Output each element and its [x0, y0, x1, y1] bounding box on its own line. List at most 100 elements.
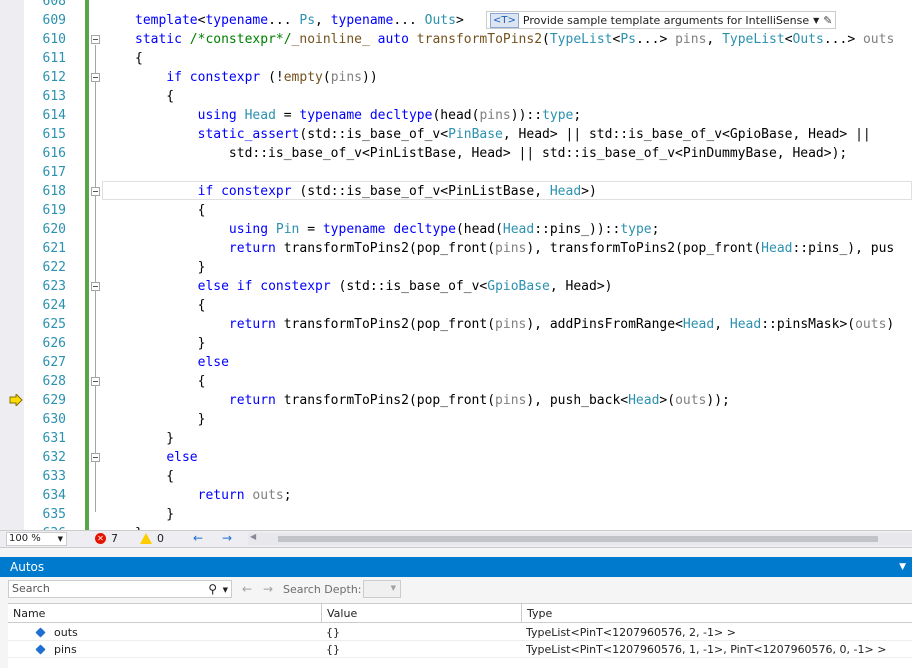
code-line[interactable]: static /*constexpr*/_noinline_ auto tran… [135, 30, 894, 49]
code-token: { [135, 51, 143, 66]
code-line[interactable]: } [135, 410, 206, 429]
code-token: TypeList [722, 32, 785, 47]
code-token: ; [573, 108, 582, 123]
code-line[interactable]: using Head = typename decltype(head(pins… [135, 106, 582, 125]
pencil-icon[interactable]: ✎ [823, 14, 832, 27]
scrollbar-thumb[interactable] [278, 536, 878, 542]
code-token: PinBase [448, 127, 503, 142]
navigate-forward-button[interactable]: → [222, 531, 232, 545]
code-line[interactable]: return outs; [135, 486, 292, 505]
fold-toggle-icon[interactable] [91, 282, 100, 291]
search-input[interactable]: Search ⚲ ▼ [8, 580, 232, 598]
code-token: , Head> || std::is_base_of_v<GpioBase, H… [502, 127, 871, 142]
code-line[interactable]: { [135, 372, 206, 391]
code-token: ... [393, 13, 425, 28]
code-area[interactable]: template < typename... Ps, typename... Out… [0, 0, 912, 530]
template-badge: <T> [490, 12, 519, 28]
code-token: = [275, 108, 300, 123]
error-count[interactable]: ✕ 7 [95, 532, 118, 545]
code-token: if [236, 279, 253, 294]
cell-type: TypeList<PinT<1207960576, 1, -1>, PinT<1… [526, 643, 887, 656]
dropdown-icon: ▼ [390, 584, 396, 592]
code-token: (std::is_base_of_v<PinListBase, [291, 184, 550, 199]
code-line[interactable]: return transformToPins2(pop_front(pins),… [135, 239, 894, 258]
code-line[interactable]: } [135, 429, 174, 448]
code-line[interactable]: template<typename... Ps, typename... Out… [135, 11, 464, 30]
code-token: decltype [369, 108, 433, 123]
code-token: ), push_back< [526, 393, 629, 408]
column-header-value[interactable]: Value [322, 604, 522, 623]
code-token: Head [549, 184, 582, 199]
dropdown-icon[interactable]: ▼ [899, 557, 906, 577]
zoom-select[interactable]: 100 % ▼ [6, 532, 67, 546]
search-depth-select[interactable]: ▼ [363, 580, 401, 598]
search-icon[interactable]: ⚲ [208, 581, 217, 597]
fold-toggle-icon[interactable] [91, 377, 100, 386]
code-line[interactable]: { [135, 49, 143, 68]
code-token: ...> [823, 32, 863, 47]
code-token: >) [581, 184, 597, 199]
table-row[interactable]: pins {} TypeList<PinT<1207960576, 1, -1>, … [8, 641, 912, 658]
code-line[interactable]: return transformToPins2(pop_front(pins),… [135, 315, 894, 334]
code-token: ::pins_), pus [792, 241, 895, 256]
code-line[interactable]: if constexpr (!empty(pins)) [135, 68, 377, 87]
code-line[interactable]: static_assert(std::is_base_of_v<PinBase,… [135, 125, 871, 144]
horizontal-scrollbar[interactable]: ◀ [248, 532, 912, 545]
search-forward-button[interactable]: → [263, 582, 273, 596]
scroll-left-icon[interactable]: ◀ [250, 532, 256, 541]
warning-count[interactable]: 0 [140, 532, 164, 545]
dropdown-icon[interactable]: ▼ [813, 16, 819, 25]
fold-toggle-icon[interactable] [91, 187, 100, 196]
code-line[interactable]: else [135, 448, 197, 467]
code-line[interactable]: } [135, 334, 206, 353]
code-line[interactable]: { [135, 467, 174, 486]
code-line[interactable]: if constexpr (std::is_base_of_v<PinListB… [135, 182, 597, 201]
code-token: (head( [455, 222, 503, 237]
code-token: else [197, 279, 229, 294]
code-token: using [197, 108, 237, 123]
code-token: ), transformToPins2(pop_front( [526, 241, 762, 256]
code-token: } [135, 507, 175, 522]
code-line[interactable]: std::is_base_of_v<PinListBase, Head> || … [135, 144, 847, 163]
navigate-back-button[interactable]: ← [193, 531, 203, 545]
fold-toggle-icon[interactable] [91, 73, 100, 82]
code-token: { [135, 89, 175, 104]
code-token: return [228, 241, 276, 256]
column-header-name[interactable]: Name [8, 604, 322, 623]
column-header-type[interactable]: Type [522, 604, 912, 623]
code-line[interactable]: } [135, 505, 174, 524]
code-line[interactable]: else [135, 353, 229, 372]
dropdown-icon[interactable]: ▼ [223, 582, 228, 598]
code-token: Ps [620, 32, 636, 47]
search-back-button[interactable]: ← [242, 582, 252, 596]
code-line[interactable]: { [135, 201, 206, 220]
code-line[interactable]: { [135, 296, 206, 315]
code-editor[interactable]: 608 609 610 611 612 613 614 615 616 617 618 619 620 6… [0, 0, 912, 530]
code-token: ; [651, 222, 660, 237]
fold-toggle-icon[interactable] [91, 453, 100, 462]
code-line[interactable]: using Pin = typename decltype(head(Head:… [135, 220, 660, 239]
code-line[interactable]: else if constexpr (std::is_base_of_v<Gpi… [135, 277, 613, 296]
table-row[interactable]: outs {} TypeList<PinT<1207960576, 2, -1> > [8, 624, 912, 641]
code-token: pins [495, 241, 527, 256]
code-token: /*constexpr*/ [189, 32, 292, 47]
autos-title-bar[interactable]: Autos ▼ [0, 557, 912, 577]
code-line[interactable]: } [135, 258, 206, 277]
template-arguments-bar[interactable]: <T> Provide sample template arguments fo… [486, 11, 837, 29]
code-line[interactable]: { [135, 87, 174, 106]
fold-toggle-icon[interactable] [91, 35, 100, 44]
code-line[interactable]: return transformToPins2(pop_front(pins),… [135, 391, 730, 410]
code-token: ), addPinsFromRange< [526, 317, 683, 332]
code-token: Head [244, 108, 276, 123]
